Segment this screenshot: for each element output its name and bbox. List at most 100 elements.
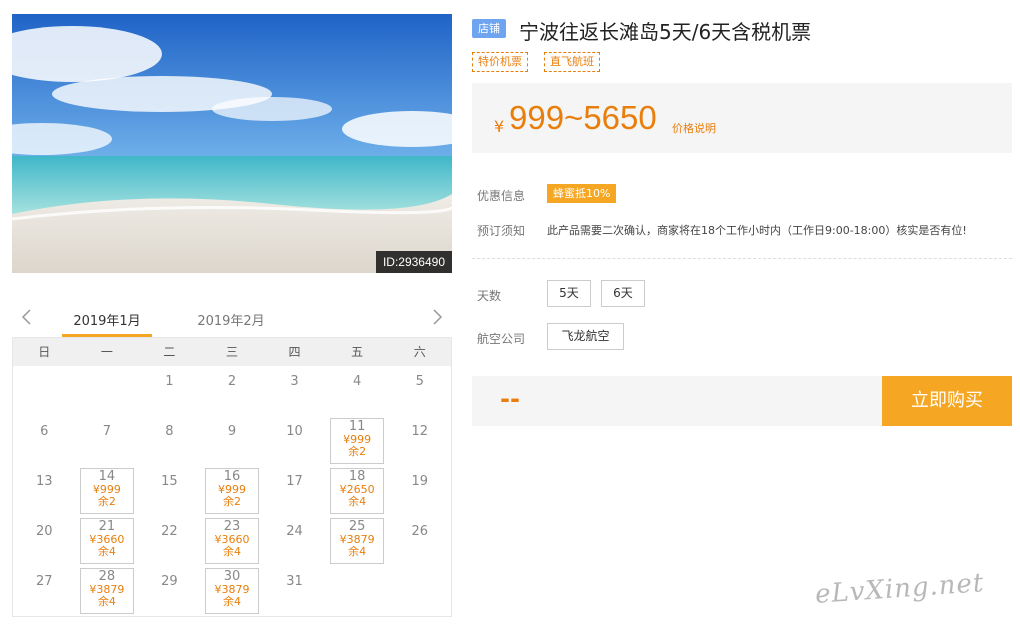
calendar-day-available[interactable]: 30 ¥3879 余4 (201, 566, 264, 616)
calendar-day: 9 (201, 416, 264, 466)
days-option-5[interactable]: 5天 (547, 280, 591, 307)
notice-label: 预订须知 (477, 224, 526, 238)
day-number: 30 (223, 569, 241, 584)
price-range: 999~5650 (509, 99, 657, 136)
price-box: ¥ 999~5650 价格说明 (472, 83, 1012, 153)
weekday-label: 四 (288, 345, 301, 359)
calendar-day-available[interactable]: 14 ¥999 余2 (76, 466, 139, 516)
divider (472, 258, 1012, 259)
shop-badge[interactable]: 店铺 (472, 19, 506, 38)
calendar-day-available[interactable]: 16 ¥999 余2 (201, 466, 264, 516)
day-number: 9 (227, 424, 237, 439)
day-number: 29 (161, 574, 178, 589)
weekday-label: 三 (225, 345, 238, 359)
booking-notice: 此产品需要二次确认，商家将在18个工作小时内（工作日9:00-18:00）核实是… (547, 224, 967, 237)
weekday-label: 日 (38, 345, 51, 359)
site-watermark: eLvXing.net (814, 568, 986, 610)
product-image: ID:2936490 (12, 14, 452, 273)
day-remaining: 余4 (348, 545, 367, 558)
chevron-left-icon[interactable] (18, 308, 36, 326)
calendar-day: 26 (388, 516, 451, 566)
calendar-day: 7 (76, 416, 139, 466)
total-price: -- (500, 385, 520, 413)
promo-label: 优惠信息 (477, 189, 526, 203)
calendar-day: 24 (263, 516, 326, 566)
day-number: 1 (165, 374, 174, 389)
calendar-day: 13 (13, 466, 76, 516)
day-remaining: 余4 (222, 545, 241, 558)
calendar-day-available[interactable]: 23 ¥3660 余4 (201, 516, 264, 566)
calendar-day-available[interactable]: 21 ¥3660 余4 (76, 516, 139, 566)
days-option-6[interactable]: 6天 (601, 280, 645, 307)
airline-label: 航空公司 (477, 332, 526, 346)
calendar-day: 12 (388, 416, 451, 466)
tag-direct-flight: 直飞航班 (544, 52, 600, 72)
image-id-badge: ID:2936490 (375, 251, 452, 273)
day-number: 4 (352, 374, 362, 389)
calendar-month-nav: 2019年1月 2019年2月 (12, 300, 452, 337)
calendar-day: 17 (263, 466, 326, 516)
calendar-day: 27 (13, 566, 76, 616)
day-remaining: 余2 (348, 445, 367, 458)
month-tab-jan[interactable]: 2019年1月 (62, 310, 152, 329)
day-number: 16 (223, 469, 241, 484)
day-number: 28 (98, 569, 116, 584)
calendar-day: 20 (13, 516, 76, 566)
day-number: 5 (415, 374, 424, 389)
calendar-days: 1 2 3 4 5 6 7 8 9 10 11 ¥999 余2 12 13 14 ¥999 余2 15 16 ¥999 余… (13, 366, 451, 616)
days-label: 天数 (477, 289, 502, 303)
weekday-label: 二 (163, 345, 176, 359)
day-number: 19 (411, 474, 428, 489)
day-remaining: 余4 (222, 595, 241, 608)
calendar-day-available[interactable]: 25 ¥3879 余4 (326, 516, 389, 566)
day-number: 23 (223, 519, 241, 534)
day-remaining: 余4 (97, 545, 116, 558)
day-number: 13 (36, 474, 53, 489)
day-number: 8 (165, 424, 174, 439)
day-remaining: 余2 (97, 495, 116, 508)
beach-photo (12, 14, 452, 273)
day-number: 25 (348, 519, 366, 534)
calendar-day: 31 (263, 566, 326, 616)
buy-now-button[interactable]: 立即购买 (882, 376, 1012, 426)
price-explain-link[interactable]: 价格说明 (672, 120, 716, 136)
calendar-day: 5 (388, 366, 451, 416)
calendar-day: 2 (201, 366, 264, 416)
calendar-day-available[interactable]: 28 ¥3879 余4 (76, 566, 139, 616)
day-number: 12 (411, 424, 428, 439)
calendar-day: 6 (13, 416, 76, 466)
day-number: 24 (286, 524, 303, 539)
calendar-day: 4 (326, 366, 389, 416)
day-number: 6 (40, 424, 49, 439)
day-number: 17 (286, 474, 303, 489)
day-remaining: 余2 (222, 495, 241, 508)
calendar-empty-cell (13, 366, 76, 416)
product-title: 宁波往返长滩岛5天/6天含税机票 (519, 20, 812, 44)
calendar-day: 10 (263, 416, 326, 466)
day-number: 11 (348, 419, 366, 434)
day-number: 31 (286, 574, 303, 589)
calendar-day-available[interactable]: 11 ¥999 余2 (326, 416, 389, 466)
day-number: 10 (286, 424, 303, 439)
calendar-day: 15 (138, 466, 201, 516)
weekday-header: 日一二三四五六 (13, 338, 451, 366)
day-number: 15 (161, 474, 178, 489)
day-number: 14 (98, 469, 116, 484)
day-number: 27 (36, 574, 53, 589)
day-remaining: 余4 (97, 595, 116, 608)
chevron-right-icon[interactable] (428, 308, 446, 326)
airline-option[interactable]: 飞龙航空 (547, 323, 624, 350)
calendar-day: 3 (263, 366, 326, 416)
month-tab-feb[interactable]: 2019年2月 (186, 310, 276, 329)
day-remaining: 余4 (348, 495, 367, 508)
calendar-day: 8 (138, 416, 201, 466)
currency-symbol: ¥ (494, 117, 505, 136)
day-number: 22 (161, 524, 178, 539)
calendar-day: 1 (138, 366, 201, 416)
weekday-label: 一 (100, 345, 113, 359)
calendar-day: 22 (138, 516, 201, 566)
weekday-label: 六 (413, 345, 426, 359)
calendar-empty-cell (76, 366, 139, 416)
calendar-day-available[interactable]: 18 ¥2650 余4 (326, 466, 389, 516)
day-number: 7 (102, 424, 111, 439)
